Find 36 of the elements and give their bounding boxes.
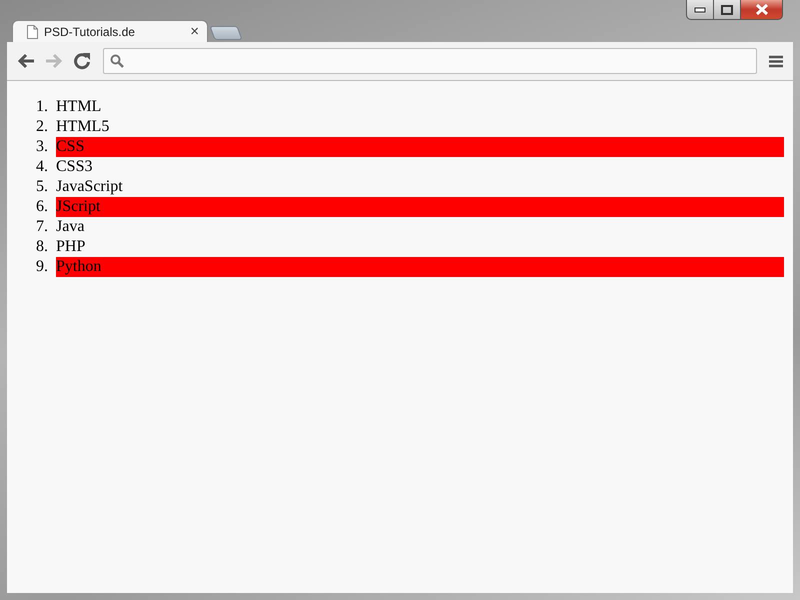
back-icon bbox=[17, 53, 35, 69]
back-button[interactable] bbox=[15, 51, 37, 71]
reload-button[interactable] bbox=[71, 50, 93, 72]
tab-title: PSD-Tutorials.de bbox=[44, 24, 136, 40]
list-number: 1. bbox=[35, 97, 49, 117]
menu-icon bbox=[769, 54, 783, 68]
list-number: 8. bbox=[35, 237, 49, 257]
list-number: 4. bbox=[35, 157, 49, 177]
forward-icon bbox=[45, 53, 63, 69]
page-icon bbox=[27, 24, 38, 38]
list-number: 7. bbox=[35, 217, 49, 237]
minimize-button[interactable] bbox=[686, 0, 713, 20]
maximize-icon bbox=[721, 4, 733, 14]
minimize-icon bbox=[694, 6, 706, 12]
browser-tab[interactable]: PSD-Tutorials.de × bbox=[12, 20, 208, 42]
list-number: 5. bbox=[35, 177, 49, 197]
search-icon bbox=[110, 54, 124, 68]
list-item: HTML5 bbox=[56, 117, 110, 137]
highlighted-list-item: CSS bbox=[56, 137, 784, 157]
list-item: Java bbox=[56, 217, 86, 237]
close-icon bbox=[754, 4, 768, 15]
list-item: HTML bbox=[56, 97, 102, 117]
list-item: CSS3 bbox=[56, 157, 94, 177]
highlighted-list-item: Python bbox=[56, 257, 784, 277]
reload-icon bbox=[73, 52, 91, 70]
list-number: 9. bbox=[35, 257, 49, 277]
maximize-button[interactable] bbox=[713, 0, 740, 20]
list-number: 3. bbox=[35, 137, 49, 157]
list-number: 2. bbox=[35, 117, 49, 137]
list-item: JavaScript bbox=[56, 177, 124, 197]
close-button[interactable] bbox=[740, 0, 783, 20]
list-number: 6. bbox=[35, 197, 49, 217]
highlighted-list-item: JScript bbox=[56, 197, 784, 217]
tab-close-button[interactable]: × bbox=[190, 24, 199, 39]
list-item: PHP bbox=[56, 237, 86, 257]
new-tab-button[interactable] bbox=[209, 26, 243, 40]
